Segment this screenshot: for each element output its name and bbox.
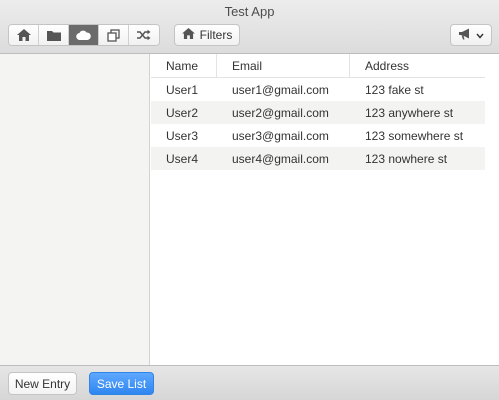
column-header-email[interactable]: Email (217, 54, 350, 77)
table-row[interactable]: User3 user3@gmail.com 123 somewhere st (151, 124, 485, 147)
sidebar (0, 54, 150, 365)
home-icon (181, 28, 195, 42)
home-icon (16, 29, 31, 41)
cell-email: user2@gmail.com (232, 105, 329, 120)
table-body: User1 user1@gmail.com 123 fake st User2 … (151, 78, 485, 170)
app-window: Test App Filters Name Email Address User… (0, 0, 499, 400)
titlebar: Test App Filters (0, 0, 499, 54)
cell-email: user3@gmail.com (232, 128, 329, 143)
new-entry-button[interactable]: New Entry (8, 372, 77, 395)
filters-button-label: Filters (199, 28, 233, 42)
announcements-menu-button[interactable] (450, 24, 492, 46)
cell-name: User1 (166, 82, 199, 97)
cell-name: User3 (166, 128, 199, 143)
save-list-button[interactable]: Save List (89, 372, 154, 395)
table-row[interactable]: User4 user4@gmail.com 123 nowhere st (151, 147, 485, 170)
folder-segment-button[interactable] (39, 25, 69, 45)
megaphone-icon (458, 28, 473, 43)
cell-address: 123 fake st (365, 82, 424, 97)
home-segment-button[interactable] (9, 25, 39, 45)
cell-name: User2 (166, 105, 199, 120)
users-table: Name Email Address User1 user1@gmail.com… (151, 54, 499, 365)
cell-address: 123 anywhere st (365, 105, 454, 120)
footer-bar: New Entry Save List (0, 365, 499, 400)
cell-email: user4@gmail.com (232, 151, 329, 166)
table-row[interactable]: User2 user2@gmail.com 123 anywhere st (151, 101, 485, 124)
cloud-icon (76, 30, 91, 40)
filters-button[interactable]: Filters (174, 24, 240, 46)
copy-segment-button[interactable] (99, 25, 129, 45)
folder-icon (46, 30, 61, 41)
cell-email: user1@gmail.com (232, 82, 329, 97)
table-row[interactable]: User1 user1@gmail.com 123 fake st (151, 78, 485, 101)
cell-address: 123 nowhere st (365, 151, 448, 166)
cloud-segment-button[interactable] (69, 25, 99, 45)
table-header: Name Email Address (151, 54, 485, 78)
shuffle-segment-button[interactable] (129, 25, 159, 45)
window-title: Test App (224, 4, 275, 19)
column-header-name[interactable]: Name (151, 54, 217, 77)
chevron-down-icon (476, 28, 484, 42)
shuffle-icon (137, 29, 151, 41)
view-segmented-control (8, 24, 160, 46)
cell-address: 123 somewhere st (365, 128, 464, 143)
cell-name: User4 (166, 151, 199, 166)
column-header-address[interactable]: Address (350, 54, 485, 77)
copy-icon (107, 28, 120, 42)
